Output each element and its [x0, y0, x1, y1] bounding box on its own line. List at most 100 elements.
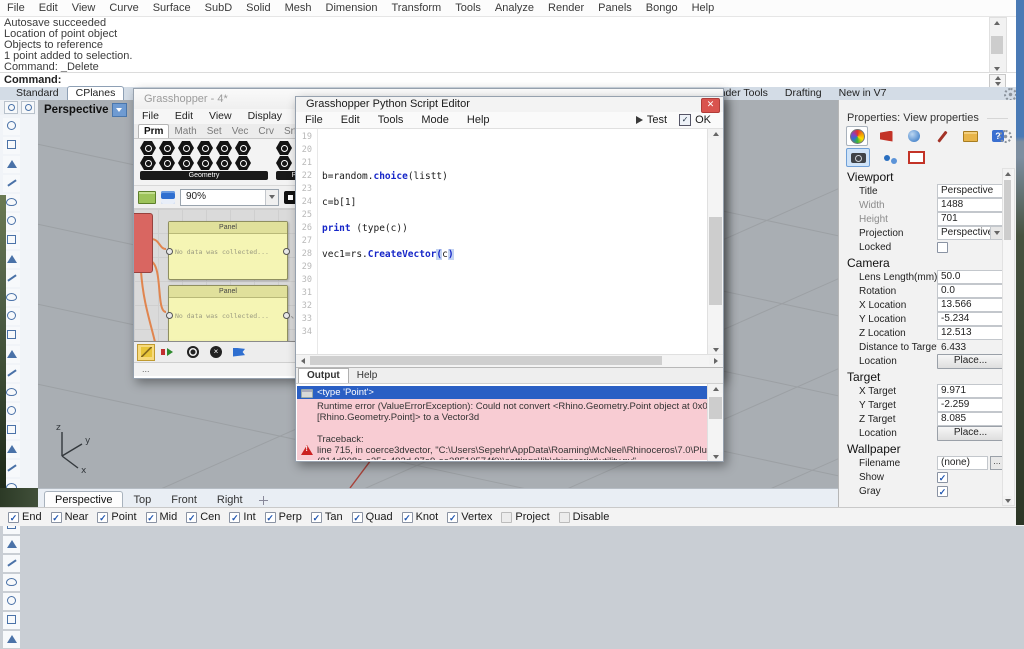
gh-tab-crv[interactable]: Crv	[253, 125, 279, 138]
component-icon[interactable]	[276, 156, 292, 170]
checkbox[interactable]: ✓	[264, 511, 276, 523]
panel-component[interactable]: Panel No data was collected...	[166, 221, 290, 280]
menu-curve[interactable]: Curve	[102, 0, 145, 16]
disable-tool-icon[interactable]	[185, 345, 201, 360]
tab-folder[interactable]	[960, 127, 980, 145]
tab-pen[interactable]	[932, 127, 952, 145]
gh-tab-vec[interactable]: Vec	[227, 125, 254, 138]
menu-dimension[interactable]: Dimension	[319, 0, 385, 16]
toolbar-tab-cplanes[interactable]: CPlanes	[66, 86, 125, 100]
component-icon[interactable]	[197, 156, 213, 170]
menu-edit[interactable]: Edit	[32, 0, 65, 16]
py-menu-tools[interactable]: Tools	[369, 114, 413, 126]
component-icon[interactable]	[159, 141, 175, 155]
cplane-object-icon[interactable]	[21, 101, 35, 114]
checkbox[interactable]: ✓	[310, 511, 322, 523]
command-history-scrollbar[interactable]	[989, 17, 1007, 74]
tab-material[interactable]	[876, 127, 896, 145]
place-button[interactable]: Place...	[937, 425, 1004, 441]
osnap-near[interactable]: ✓ Near	[50, 511, 88, 523]
scroll-down-arrow[interactable]	[708, 452, 723, 461]
osnap-perp[interactable]: ✓ Perp	[264, 511, 302, 523]
menu-analyze[interactable]: Analyze	[488, 0, 541, 16]
menu-surface[interactable]: Surface	[146, 0, 198, 16]
component-icon[interactable]	[159, 156, 175, 170]
menu-tools[interactable]: Tools	[448, 0, 488, 16]
command-spinner[interactable]	[989, 74, 1006, 88]
component-icon[interactable]	[276, 141, 292, 155]
panel-component[interactable]: Panel No data was collected...	[166, 285, 290, 344]
osnap-mid[interactable]: ✓ Mid	[145, 511, 177, 523]
viewport-menu-arrow[interactable]	[111, 103, 127, 117]
component-icon[interactable]	[216, 141, 232, 155]
osnap-cen[interactable]: ✓ Cen	[186, 511, 220, 523]
component-icon[interactable]	[140, 156, 156, 170]
gh-tab-set[interactable]: Set	[202, 125, 227, 138]
checkbox[interactable]	[558, 511, 570, 523]
delete-tool-icon[interactable]: ×	[208, 345, 224, 360]
component-icon[interactable]	[235, 156, 251, 170]
zoom-level-dropdown[interactable]: 90%	[180, 188, 279, 206]
text-icon[interactable]	[3, 593, 20, 610]
error-component[interactable]	[134, 213, 153, 273]
menu-bongo[interactable]: Bongo	[639, 0, 685, 16]
toolbar-tab-drafting[interactable]: Drafting	[785, 87, 822, 100]
group-icon[interactable]	[3, 612, 20, 629]
toolbar-tab-standard[interactable]: Standard	[8, 87, 67, 100]
new-viewport-icon[interactable]	[258, 495, 268, 505]
py-menu-help[interactable]: Help	[458, 114, 499, 126]
checkbox[interactable]	[501, 511, 513, 523]
checkbox[interactable]: ✓	[97, 511, 109, 523]
tab-object-properties[interactable]	[846, 126, 868, 146]
checkbox-gray[interactable]: ✓	[937, 485, 948, 497]
properties-scrollbar[interactable]	[1002, 168, 1015, 506]
menu-help[interactable]: Help	[685, 0, 722, 16]
point-icon[interactable]	[3, 137, 20, 154]
code-scrollbar[interactable]	[707, 129, 723, 354]
checkbox[interactable]: ✓	[351, 511, 363, 523]
scrollbar-thumb[interactable]	[709, 217, 722, 305]
view-icon-camera[interactable]	[846, 148, 870, 167]
scrollbar-thumb[interactable]	[1004, 180, 1011, 240]
menu-view[interactable]: View	[65, 0, 103, 16]
scrollbar-thumb[interactable]	[310, 356, 662, 365]
control-point-curve-icon[interactable]	[3, 175, 20, 192]
viewport-tab-top[interactable]: Top	[123, 492, 161, 508]
view-icon-clipping-rectangle[interactable]	[904, 148, 928, 167]
curve-icon[interactable]	[3, 156, 20, 173]
close-icon[interactable]: ✕	[701, 98, 720, 113]
checkbox-locked[interactable]	[937, 241, 948, 253]
scroll-up-arrow[interactable]	[990, 18, 1004, 27]
output-dot[interactable]	[283, 312, 290, 319]
property-input[interactable]: -2.259	[937, 398, 1004, 412]
ok-button[interactable]: ✓ OK	[679, 114, 711, 126]
filename-input[interactable]: (none)	[937, 456, 988, 470]
input-dot[interactable]	[166, 248, 173, 255]
swap-tool-icon[interactable]	[162, 345, 178, 360]
menu-subd[interactable]: SubD	[198, 0, 240, 16]
viewport-tab-perspective[interactable]: Perspective	[44, 491, 124, 508]
gh-menu-view[interactable]: View	[201, 109, 240, 124]
property-input[interactable]: 9.971	[937, 384, 1004, 398]
scroll-up-arrow[interactable]	[708, 129, 723, 138]
save-file-icon[interactable]	[161, 190, 175, 204]
property-input[interactable]: 13.566	[937, 298, 1004, 312]
checkbox[interactable]: ✓	[186, 511, 198, 523]
checkbox[interactable]: ✓	[229, 511, 241, 523]
place-button[interactable]: Place...	[937, 353, 1004, 369]
property-input[interactable]: 0.0	[937, 284, 1004, 298]
menu-panels[interactable]: Panels	[591, 0, 639, 16]
osnap-vertex[interactable]: ✓ Vertex	[447, 511, 492, 523]
cplane-world-icon[interactable]	[4, 101, 18, 114]
visibility-icon[interactable]	[3, 631, 20, 648]
property-select[interactable]: Perspective	[937, 226, 1004, 240]
gh-menu-file[interactable]: File	[134, 109, 167, 124]
scroll-down-arrow[interactable]	[1003, 496, 1012, 505]
component-icon[interactable]	[216, 156, 232, 170]
property-input[interactable]: -5.234	[937, 312, 1004, 326]
scrollbar-thumb[interactable]	[709, 397, 722, 419]
scroll-right-arrow[interactable]	[709, 356, 723, 365]
input-dot[interactable]	[166, 312, 173, 319]
gh-menu-display[interactable]: Display	[240, 109, 290, 124]
component-icon[interactable]	[235, 141, 251, 155]
